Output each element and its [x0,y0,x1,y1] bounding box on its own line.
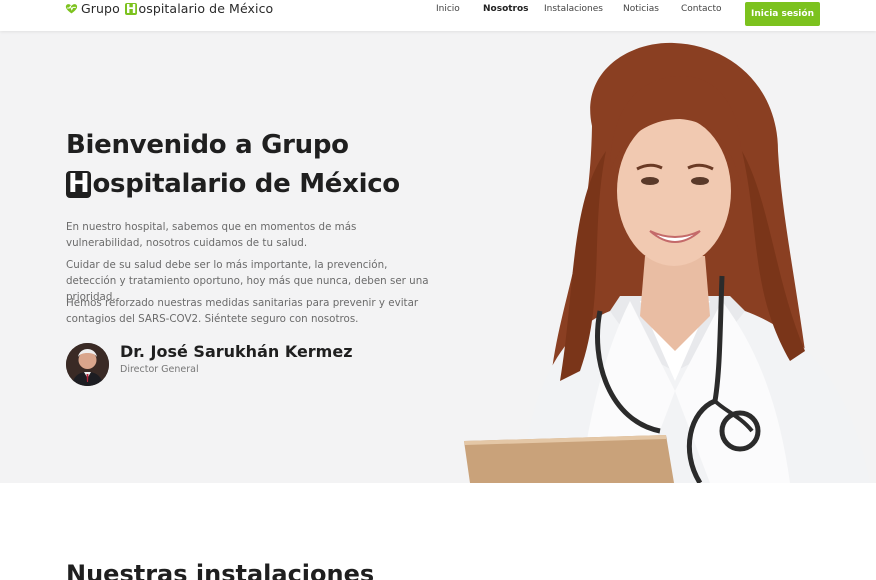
hero-title: Bienvenido a Grupo Hospitalario de Méxic… [66,126,400,204]
hero-paragraph: En nuestro hospital, sabemos que en mome… [66,221,357,249]
nav-nosotros[interactable]: Nosotros [483,4,529,14]
brand-name-part: Grupo [81,1,124,16]
heart-pulse-icon [65,4,78,14]
section-title: Nuestras instalaciones [66,560,375,580]
hero-title-line2: ospitalario de México [92,169,400,199]
site-header: Grupo Hospitalario de México Inicio Noso… [0,0,876,31]
nav-contacto[interactable]: Contacto [681,4,722,14]
nav-inicio[interactable]: Inicio [436,4,460,14]
brand-logo[interactable]: Grupo Hospitalario de México [65,1,273,16]
doctor-photo [464,42,870,483]
brand-h-mark: H [124,1,138,16]
hero-title-line1: Bienvenido a Grupo [66,130,349,160]
nav-instalaciones[interactable]: Instalaciones [544,4,603,14]
hero-section: Bienvenido a Grupo Hospitalario de Méxic… [0,31,876,483]
brand-name: Grupo Hospitalario de México [81,1,273,16]
doctor-avatar [66,343,109,386]
login-button[interactable]: Inicia sesión [745,2,820,26]
brand-name-part: ospitalario de México [138,1,274,16]
hero-title-h-mark: H [66,169,92,199]
nav-noticias[interactable]: Noticias [623,4,659,14]
doctor-role: Director General [120,364,199,375]
hero-paragraph: Hemos reforzado nuestras medidas sanitar… [66,297,419,325]
doctor-name: Dr. José Sarukhán Kermez [120,342,353,361]
